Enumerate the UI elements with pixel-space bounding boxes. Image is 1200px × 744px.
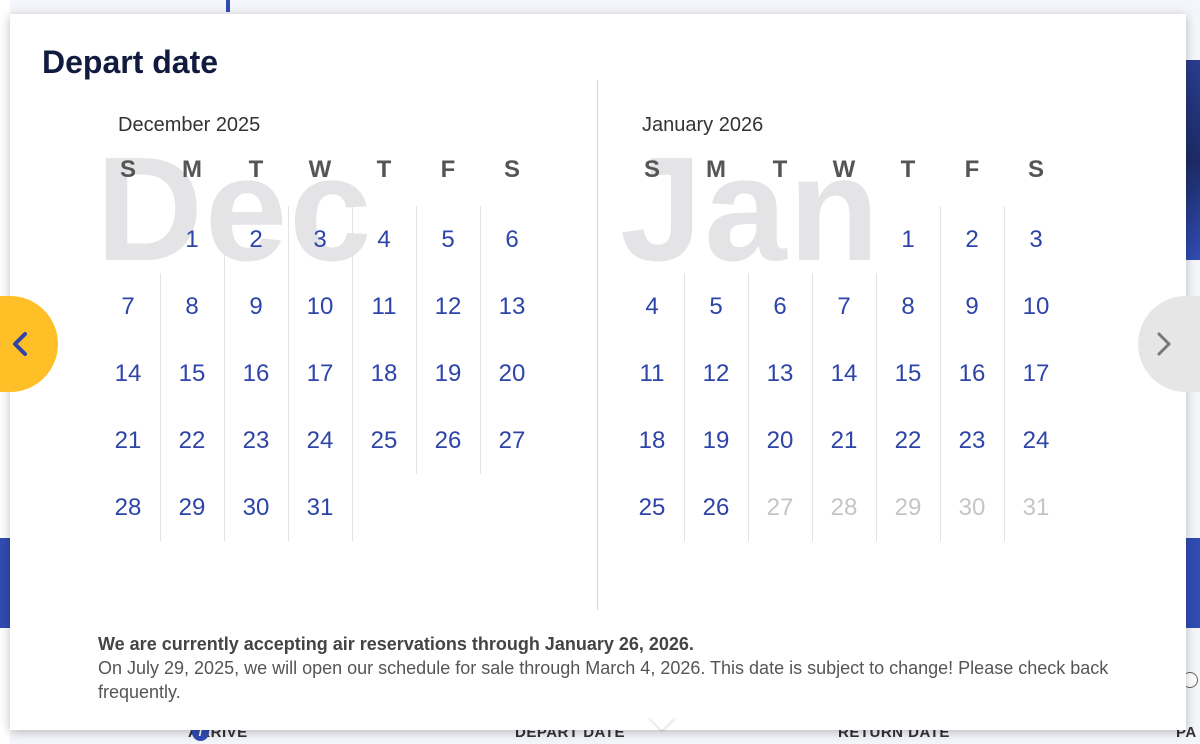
- weekday-label: W: [308, 156, 332, 183]
- calendar-day[interactable]: 28: [96, 474, 160, 541]
- calendar-day[interactable]: 24: [288, 407, 352, 474]
- month-title: December 2025: [118, 114, 261, 136]
- calendar-day[interactable]: 17: [288, 340, 352, 407]
- calendar-day[interactable]: 1: [876, 206, 940, 273]
- calendar-day[interactable]: 8: [160, 273, 224, 340]
- calendar-day[interactable]: 1: [160, 206, 224, 273]
- chevron-left-icon: [13, 332, 27, 356]
- calendar-day[interactable]: 16: [940, 340, 1004, 407]
- background-photo-fragment: [1186, 60, 1200, 260]
- calendar-day[interactable]: 4: [620, 273, 684, 340]
- weekday-label: M: [182, 156, 202, 183]
- weekday-label: F: [440, 156, 456, 183]
- calendar-day: 29: [894, 494, 922, 521]
- calendar-day[interactable]: 15: [160, 340, 224, 407]
- calendar-day[interactable]: 19: [684, 407, 748, 474]
- weekday-label: S: [1027, 156, 1044, 183]
- calendar-day[interactable]: 7: [96, 273, 160, 340]
- calendar-day[interactable]: 22: [160, 407, 224, 474]
- weekday-label: T: [772, 156, 788, 183]
- calendar-day[interactable]: 7: [812, 273, 876, 340]
- calendar-day[interactable]: 21: [96, 407, 160, 474]
- calendar-day[interactable]: 26: [684, 474, 748, 541]
- calendar-day[interactable]: 5: [416, 206, 480, 273]
- weekday-label: W: [832, 156, 856, 183]
- chevron-right-icon: [1157, 332, 1171, 356]
- calendar-day[interactable]: 4: [352, 206, 416, 273]
- next-month-button[interactable]: [1138, 296, 1200, 392]
- calendar-day[interactable]: 11: [620, 340, 684, 407]
- weekday-label: S: [503, 156, 520, 183]
- calendar-day[interactable]: 10: [1004, 273, 1068, 340]
- calendar-day[interactable]: 13: [748, 340, 812, 407]
- weekday-label: S: [643, 156, 660, 183]
- calendar-day[interactable]: 9: [224, 273, 288, 340]
- weekday-label: S: [119, 156, 136, 183]
- calendar-day[interactable]: 22: [876, 407, 940, 474]
- calendar-day[interactable]: 29: [160, 474, 224, 541]
- notice-headline: We are currently accepting air reservati…: [98, 634, 694, 654]
- calendar-day[interactable]: 17: [1004, 340, 1068, 407]
- calendar-day[interactable]: 24: [1004, 407, 1068, 474]
- calendar-day: 31: [1022, 494, 1050, 521]
- background-top-accent: [226, 0, 230, 12]
- calendar-day[interactable]: 8: [876, 273, 940, 340]
- calendar-day[interactable]: 5: [684, 273, 748, 340]
- background-blue-band-right: [1186, 538, 1200, 628]
- calendar-day[interactable]: 20: [748, 407, 812, 474]
- calendar-day[interactable]: 2: [224, 206, 288, 273]
- picker-pointer: [648, 716, 676, 730]
- calendar-day[interactable]: 23: [224, 407, 288, 474]
- calendar-day[interactable]: 9: [940, 273, 1004, 340]
- calendar-day[interactable]: 11: [352, 273, 416, 340]
- calendar-day: 30: [958, 494, 986, 521]
- day-grid: 1 2 3 4 5 6 7 8 9 10 11 12 13 14 15 16 17 18 19 20 21 22 23 24 2…: [620, 206, 1068, 546]
- calendar-day: 27: [766, 494, 794, 521]
- depart-date-picker-modal: Depart date Dec December 2025 SMTWTFS 12…: [0, 14, 1200, 730]
- calendar-day[interactable]: 26: [416, 407, 480, 474]
- calendar-day[interactable]: 31: [288, 474, 352, 541]
- month-divider: [597, 80, 598, 610]
- calendar-day[interactable]: 12: [416, 273, 480, 340]
- calendar-day[interactable]: 19: [416, 340, 480, 407]
- calendar-day[interactable]: 25: [620, 474, 684, 541]
- background-blue-band-left: [0, 538, 10, 628]
- weekday-label: T: [248, 156, 264, 183]
- calendar-day[interactable]: 14: [812, 340, 876, 407]
- calendar-day[interactable]: 2: [940, 206, 1004, 273]
- calendar-day[interactable]: 15: [876, 340, 940, 407]
- calendar-day[interactable]: 21: [812, 407, 876, 474]
- calendar-day[interactable]: 3: [1004, 206, 1068, 273]
- calendar-day[interactable]: 13: [480, 273, 544, 340]
- calendar-day[interactable]: 3: [288, 206, 352, 273]
- calendar-day[interactable]: 27: [480, 407, 544, 474]
- previous-month-button[interactable]: [0, 296, 58, 392]
- calendar-day: 28: [830, 494, 858, 521]
- calendar-day[interactable]: 23: [940, 407, 1004, 474]
- calendar-day[interactable]: 12: [684, 340, 748, 407]
- calendar-day[interactable]: 18: [620, 407, 684, 474]
- calendar-day[interactable]: 10: [288, 273, 352, 340]
- month-title: January 2026: [642, 114, 764, 136]
- weekday-label: M: [706, 156, 726, 183]
- weekday-header: SMTWTFS: [96, 156, 544, 186]
- calendar-day[interactable]: 30: [224, 474, 288, 541]
- modal-title: Depart date: [42, 44, 219, 80]
- weekday-label: T: [376, 156, 392, 183]
- reservation-notice: We are currently accepting air reservati…: [98, 632, 1168, 704]
- calendar-day[interactable]: 14: [96, 340, 160, 407]
- day-grid: 1 2 3 4 5 6 7 8 9 10 11 12 13 14 15 16 17 18 19 20 21 22 23 24 2…: [96, 206, 544, 546]
- weekday-header: SMTWTFS: [620, 156, 1068, 186]
- calendar-day[interactable]: 20: [480, 340, 544, 407]
- calendar-day[interactable]: 18: [352, 340, 416, 407]
- weekday-label: F: [964, 156, 980, 183]
- calendar-day[interactable]: 16: [224, 340, 288, 407]
- notice-body: On July 29, 2025, we will open our sched…: [98, 658, 1109, 702]
- calendar-day[interactable]: 25: [352, 407, 416, 474]
- calendar-day[interactable]: 6: [480, 206, 544, 273]
- calendar-day[interactable]: 6: [748, 273, 812, 340]
- weekday-label: T: [900, 156, 916, 183]
